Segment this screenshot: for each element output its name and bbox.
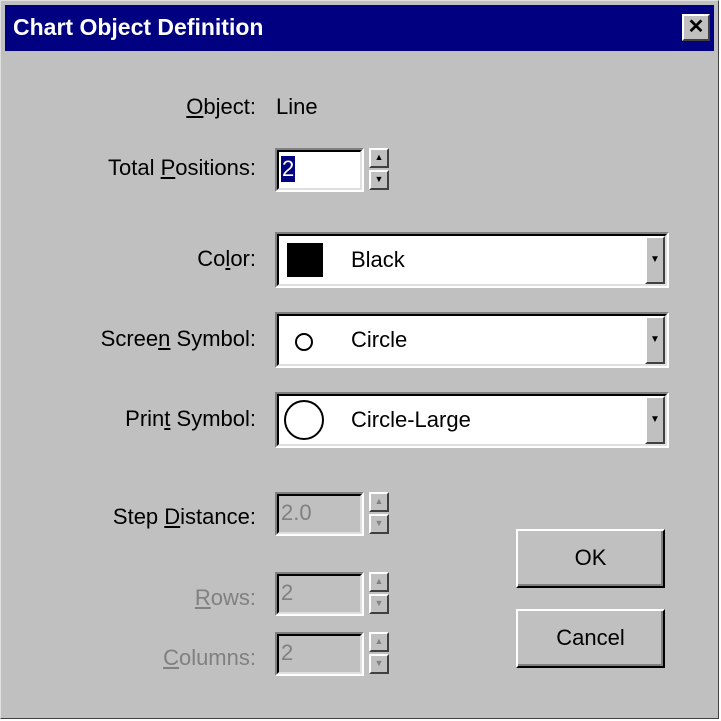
step-distance-spinner[interactable]: ▲ ▼ (369, 492, 389, 536)
print-symbol-select[interactable]: Circle-Large ▼ (275, 392, 669, 448)
screen-symbol-value: Circle (351, 327, 408, 352)
color-select[interactable]: Black ▼ (275, 232, 669, 288)
columns-value: 2 (281, 640, 294, 665)
rows-label: Rows: (194, 585, 256, 610)
title-bar[interactable]: Chart Object Definition ✕ (5, 5, 714, 51)
screen-symbol-select[interactable]: Circle ▼ (275, 312, 669, 368)
chevron-down-icon[interactable]: ▼ (645, 396, 665, 444)
print-symbol-label: Print Symbol: (125, 406, 256, 431)
columns-spinner[interactable]: ▲ ▼ (369, 632, 389, 676)
object-value: Line (276, 94, 318, 119)
spin-up-icon[interactable]: ▲ (369, 492, 389, 512)
spin-down-icon[interactable]: ▼ (369, 170, 389, 190)
color-value: Black (351, 247, 405, 272)
spin-down-icon[interactable]: ▼ (369, 654, 389, 674)
spin-down-icon[interactable]: ▼ (369, 514, 389, 534)
circle-symbol-icon (295, 333, 313, 351)
step-distance-label: Step Distance: (112, 504, 256, 529)
rows-value: 2 (281, 580, 294, 605)
cancel-button[interactable]: Cancel (516, 609, 665, 668)
color-swatch (287, 243, 323, 277)
total-positions-spinner[interactable]: ▲ ▼ (369, 148, 389, 192)
chevron-down-icon[interactable]: ▼ (645, 236, 665, 284)
ok-button[interactable]: OK (516, 529, 665, 588)
dialog-window: Chart Object Definition ✕ Object: Line T… (0, 0, 719, 719)
color-label: Color: (197, 246, 256, 271)
total-positions-value: 2 (281, 156, 296, 182)
spin-up-icon[interactable]: ▲ (369, 632, 389, 652)
close-icon[interactable]: ✕ (682, 14, 710, 41)
columns-label: Columns: (163, 645, 256, 670)
rows-spinner[interactable]: ▲ ▼ (369, 572, 389, 616)
step-distance-value: 2.0 (281, 500, 312, 525)
spin-up-icon[interactable]: ▲ (369, 148, 389, 168)
total-positions-input[interactable]: 2 (275, 148, 364, 192)
total-positions-label: Total Positions: (108, 155, 256, 180)
rows-input[interactable]: 2 (275, 572, 364, 616)
print-symbol-value: Circle-Large (351, 407, 471, 432)
columns-input[interactable]: 2 (275, 632, 364, 676)
object-label: Object: (186, 94, 256, 119)
screen-symbol-label: Screen Symbol: (100, 326, 256, 351)
step-distance-input[interactable]: 2.0 (275, 492, 364, 536)
dialog-title: Chart Object Definition (13, 14, 264, 40)
circle-large-symbol-icon (284, 400, 324, 440)
chevron-down-icon[interactable]: ▼ (645, 316, 665, 364)
spin-down-icon[interactable]: ▼ (369, 594, 389, 614)
spin-up-icon[interactable]: ▲ (369, 572, 389, 592)
